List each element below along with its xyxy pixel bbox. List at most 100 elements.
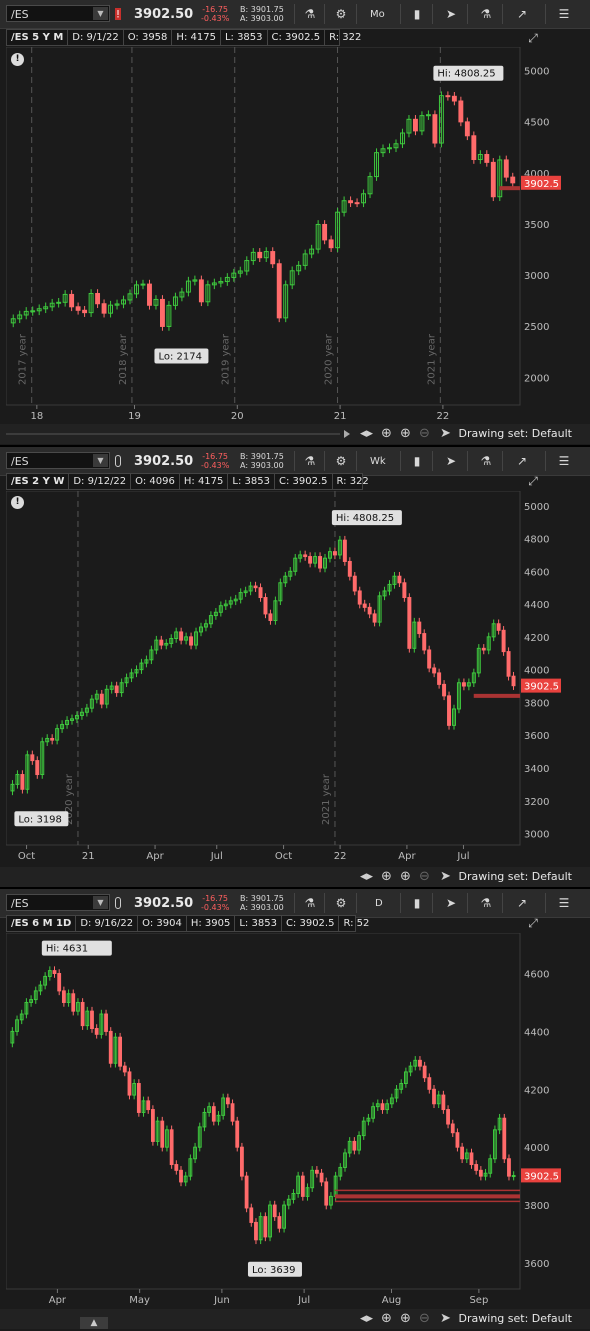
x-tick-label: 19 — [128, 411, 141, 422]
zoom-in-icon[interactable]: ⊕ — [400, 426, 411, 441]
divider — [502, 451, 503, 471]
candle-body — [270, 251, 276, 265]
drawing-set[interactable]: Drawing set: Default — [459, 870, 572, 883]
price-chart[interactable]: 4600 4400 4200 4000 3800 3600 Apr May Jun Jul Aug S… — [6, 933, 584, 1311]
price-chart[interactable]: 2017 year 2018 year 2019 year 2020 year 2021… — [6, 47, 584, 427]
cursor-icon[interactable]: ➤ — [443, 895, 459, 911]
drawing-tools-icon[interactable]: ↗ — [514, 895, 530, 911]
gear-icon[interactable]: ⚙ — [333, 453, 349, 469]
zoom-in-icon[interactable]: ⊕ — [400, 1311, 411, 1326]
support-zone — [499, 186, 520, 191]
flask-icon[interactable]: ⚗ — [302, 453, 318, 469]
close-value: C: 3902.5 — [275, 474, 333, 489]
aggregation-selector[interactable]: Wk — [370, 456, 386, 467]
high-label: Hi: 4808.25 — [336, 513, 394, 524]
candle — [197, 1122, 202, 1152]
candle-body — [418, 1059, 422, 1067]
date-value: D: 9/12/22 — [69, 474, 132, 489]
pan-icon[interactable]: ⊕ — [381, 1311, 392, 1326]
candle — [282, 1200, 286, 1233]
candle-body — [258, 587, 263, 599]
candle-body — [277, 1216, 282, 1229]
symbol-selector[interactable]: /ES ▼ — [6, 894, 110, 911]
pan-icon[interactable]: ⊕ — [381, 426, 392, 441]
chevron-down-icon[interactable]: ▼ — [93, 454, 108, 467]
candle-body — [481, 647, 486, 651]
gear-icon[interactable]: ⚙ — [333, 895, 349, 911]
candle-body — [147, 283, 152, 306]
zoom-scroll-icon[interactable]: ◂▸ — [360, 1311, 373, 1326]
alert-icon[interactable]: ! — [11, 496, 24, 509]
candle — [456, 678, 461, 714]
candle — [412, 617, 417, 653]
zoom-scroll-icon[interactable]: ◂▸ — [360, 869, 373, 884]
drawing-tools-icon[interactable]: ↗ — [514, 6, 530, 22]
candle-body — [20, 774, 25, 790]
cursor-icon[interactable]: ➤ — [443, 6, 459, 22]
candle — [503, 155, 509, 182]
expand-icon[interactable]: ⤢ — [526, 916, 540, 930]
candlestick-style-icon[interactable]: ▮ — [409, 895, 425, 911]
symbol-selector[interactable]: /ES ▼ — [6, 452, 110, 469]
tag-icon[interactable] — [115, 8, 121, 20]
expand-icon[interactable]: ⤢ — [526, 474, 540, 488]
studies-flask-icon[interactable]: ⚗ — [478, 453, 494, 469]
aggregation-selector[interactable]: D — [375, 898, 383, 909]
chevron-down-icon[interactable]: ▼ — [93, 896, 108, 909]
price-chart[interactable]: 2020 year 2021 year5000480046004400420040… — [6, 491, 584, 867]
candle-body — [432, 114, 438, 144]
x-tick-label: 21 — [334, 411, 347, 422]
zoom-in-icon[interactable]: ⊕ — [400, 869, 411, 884]
toolbar: /ES ▼ 3902.50 -16.75 -0.43% B: 3901.75 A: 3… — [0, 889, 590, 918]
menu-icon[interactable]: ☰ — [556, 453, 572, 469]
info-bar: /ES 6 M 1D D: 9/16/22 O: 3904 H: 3905 L: 385… — [6, 915, 369, 932]
menu-icon[interactable]: ☰ — [556, 6, 572, 22]
drawing-tools-icon[interactable]: ↗ — [514, 453, 530, 469]
gear-icon[interactable]: ⚙ — [333, 6, 349, 22]
alert-icon[interactable]: ! — [11, 53, 24, 66]
menu-icon[interactable]: ☰ — [556, 895, 572, 911]
chart-panel-1: /ES ▼ 3902.50 -16.75 -0.43% B: 3901.75 A: 3… — [0, 0, 590, 445]
pan-icon[interactable]: ⊕ — [381, 869, 392, 884]
cursor-icon[interactable]: ➤ — [443, 453, 459, 469]
last-price: 3902.50 — [134, 896, 194, 911]
expand-icon[interactable]: ⤢ — [526, 31, 540, 45]
candle — [169, 1125, 174, 1169]
zoom-out-icon[interactable]: ⊖ — [419, 869, 430, 884]
drawing-set[interactable]: Drawing set: Default — [459, 427, 572, 440]
zoom-out-icon[interactable]: ⊖ — [419, 426, 430, 441]
candle-body — [348, 200, 354, 204]
flask-icon[interactable]: ⚗ — [302, 6, 318, 22]
candle — [71, 989, 76, 1016]
candle-body — [490, 161, 496, 198]
panel-resize-handle[interactable]: ▲ — [80, 1317, 108, 1329]
link-icon[interactable] — [115, 455, 121, 467]
candle — [324, 1177, 329, 1210]
zoom-out-icon[interactable]: ⊖ — [419, 1311, 430, 1326]
candle-body — [308, 556, 313, 564]
candlestick-style-icon[interactable]: ▮ — [409, 6, 425, 22]
cursor-icon[interactable]: ➤ — [440, 869, 451, 884]
flask-icon[interactable]: ⚗ — [302, 895, 318, 911]
cursor-icon[interactable]: ➤ — [440, 1311, 451, 1326]
candle-body — [319, 1172, 324, 1183]
studies-flask-icon[interactable]: ⚗ — [478, 6, 494, 22]
candle-body — [413, 118, 418, 132]
zoom-scroll-icon[interactable]: ◂▸ — [360, 426, 373, 441]
aggregation-selector[interactable]: Mo — [370, 9, 385, 20]
candlestick-style-icon[interactable]: ▮ — [409, 453, 425, 469]
candle-body — [179, 1169, 183, 1183]
cursor-icon[interactable]: ➤ — [440, 426, 451, 441]
drawing-set[interactable]: Drawing set: Default — [459, 1312, 572, 1325]
studies-flask-icon[interactable]: ⚗ — [478, 895, 494, 911]
candle-body — [367, 606, 372, 615]
link-icon[interactable] — [115, 897, 121, 909]
candle-body — [263, 1216, 268, 1238]
chevron-down-icon[interactable]: ▼ — [93, 7, 108, 20]
scrollbar[interactable] — [6, 430, 350, 438]
symbol-selector[interactable]: /ES ▼ — [6, 5, 110, 22]
candle-body — [57, 973, 62, 992]
x-tick-label: 20 — [231, 411, 244, 422]
candle-body — [140, 283, 146, 286]
range-value: R: 52 — [343, 918, 370, 929]
